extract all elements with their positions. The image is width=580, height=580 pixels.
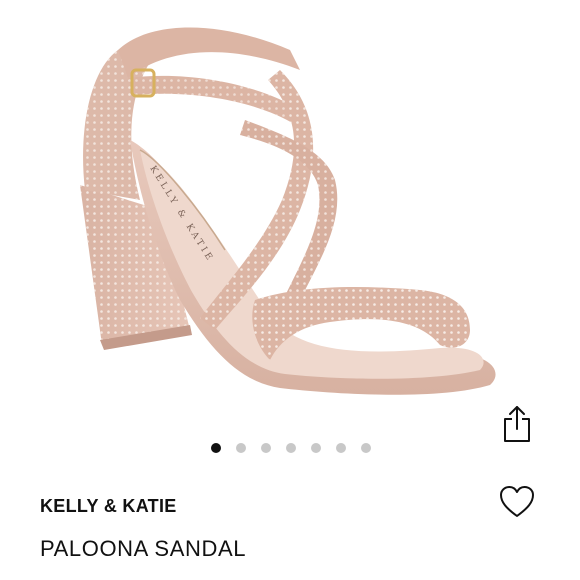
pager-dot-4[interactable]	[286, 443, 296, 453]
pager-dot-1[interactable]	[211, 443, 221, 453]
share-button[interactable]	[500, 403, 534, 445]
pager-dot-6[interactable]	[336, 443, 346, 453]
pager-dot-3[interactable]	[261, 443, 271, 453]
heart-outline-icon	[500, 486, 534, 517]
pager-dot-5[interactable]	[311, 443, 321, 453]
share-icon	[504, 406, 530, 442]
pager-dot-2[interactable]	[236, 443, 246, 453]
pager-dot-7[interactable]	[361, 443, 371, 453]
image-pager	[0, 443, 580, 455]
product-image[interactable]: KELLY & KATIE	[0, 0, 580, 430]
sandal-illustration: KELLY & KATIE	[80, 27, 496, 395]
product-brand[interactable]: KELLY & KATIE	[40, 496, 177, 517]
favorite-button[interactable]	[498, 484, 536, 520]
product-name: PALOONA SANDAL	[40, 536, 247, 561]
